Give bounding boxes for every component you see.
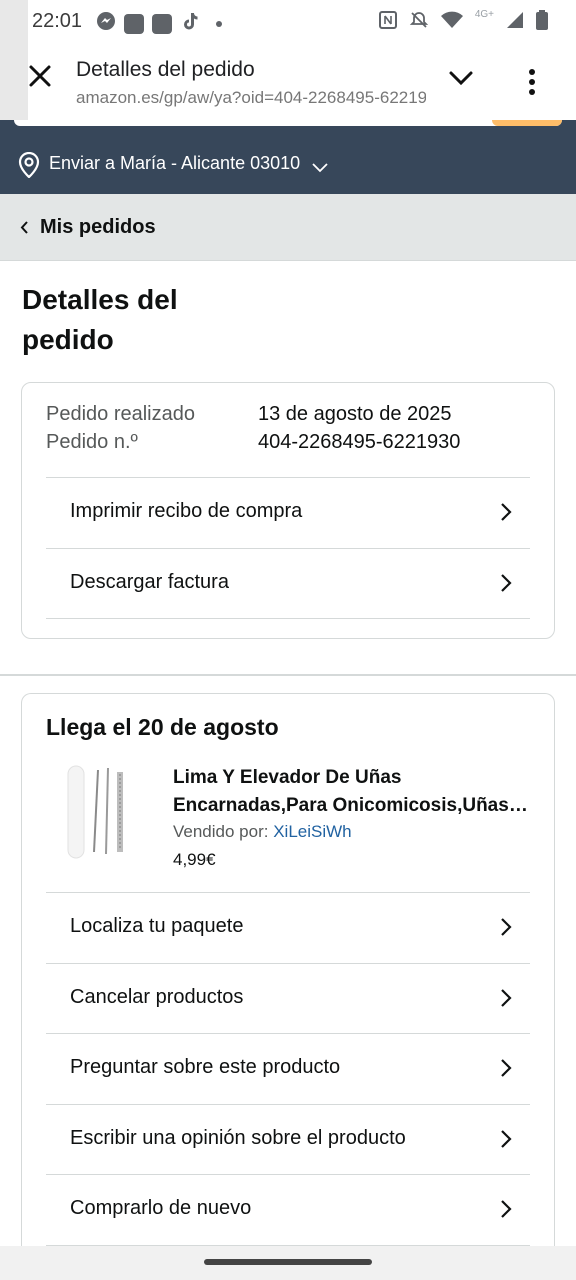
chevron-right-icon	[500, 917, 512, 942]
seller-info: Vendido por: XiLeiSiWh	[173, 822, 352, 842]
notification-app-icon	[124, 13, 144, 34]
chevron-down-icon[interactable]	[448, 70, 474, 91]
download-invoice-row[interactable]: Descargar factura	[46, 548, 530, 619]
more-options-icon[interactable]	[528, 68, 536, 101]
more-notifications-dot	[216, 20, 222, 27]
tab-page-title: Detalles del pedido	[76, 58, 255, 81]
order-number-label: Pedido n.º	[46, 431, 138, 453]
section-divider	[0, 674, 576, 676]
status-bar: 22:01 4G+	[0, 0, 576, 44]
print-receipt-row[interactable]: Imprimir recibo de compra	[46, 477, 530, 548]
seller-link[interactable]: XiLeiSiWh	[273, 822, 351, 841]
location-pin-icon	[18, 151, 40, 183]
buy-again-row[interactable]: Comprarlo de nuevo	[46, 1174, 530, 1245]
ask-about-product-row[interactable]: Preguntar sobre este producto	[46, 1033, 530, 1104]
divider	[46, 618, 530, 619]
cancel-items-row[interactable]: Cancelar productos	[46, 963, 530, 1034]
mute-icon	[409, 10, 429, 35]
chevron-right-icon	[500, 988, 512, 1013]
chevron-down-icon	[312, 160, 328, 178]
product-image[interactable]	[64, 764, 134, 860]
shipment-card: Llega el 20 de agosto Lima Y Elevador De…	[21, 693, 555, 1254]
close-icon[interactable]	[28, 64, 52, 88]
track-package-label: Localiza tu paquete	[70, 915, 244, 937]
product-title-line: Lima Y Elevador De Uñas	[173, 767, 402, 788]
seller-label: Vendido por:	[173, 822, 269, 841]
chevron-right-icon	[500, 1129, 512, 1154]
messenger-icon	[96, 11, 116, 36]
chevron-right-icon	[500, 1058, 512, 1083]
track-package-row[interactable]: Localiza tu paquete	[46, 892, 530, 963]
chevron-right-icon	[500, 573, 512, 598]
chevron-right-icon	[500, 1199, 512, 1224]
cancel-items-label: Cancelar productos	[70, 986, 244, 1008]
breadcrumb-back-bar[interactable]: Mis pedidos	[0, 194, 576, 261]
delivery-address-text: Enviar a María - Alicante 03010	[49, 153, 301, 173]
print-receipt-label: Imprimir recibo de compra	[70, 500, 303, 522]
order-date-value: 13 de agosto de 2025	[258, 403, 452, 425]
notification-app-icon	[152, 13, 172, 34]
chevron-right-icon	[500, 502, 512, 527]
browser-custom-tab-bar: Detalles del pedido amazon.es/gp/aw/ya?o…	[28, 44, 576, 120]
tiktok-icon	[180, 11, 200, 36]
ask-about-product-label: Preguntar sobre este producto	[70, 1056, 341, 1078]
order-number-value: 404-2268495-6221930	[258, 431, 461, 453]
battery-icon	[536, 10, 548, 35]
write-review-row[interactable]: Escribir una opinión sobre el producto	[46, 1104, 530, 1175]
product-title[interactable]: Lima Y Elevador De Uñas Encarnadas,Para …	[173, 764, 533, 820]
home-gesture-handle[interactable]	[204, 1259, 372, 1265]
tab-url[interactable]: amazon.es/gp/aw/ya?oid=404-2268495-62219…	[76, 88, 426, 108]
signal-icon	[506, 11, 524, 34]
write-review-label: Escribir una opinión sobre el producto	[70, 1127, 406, 1149]
nfc-icon	[378, 11, 397, 34]
status-time: 22:01	[32, 10, 83, 32]
download-invoice-label: Descargar factura	[70, 571, 229, 593]
network-type-label: 4G+	[474, 9, 494, 20]
system-navigation-bar	[0, 1246, 576, 1280]
page-title: Detalles del pedido	[22, 284, 178, 355]
wifi-icon	[440, 11, 463, 34]
search-bar-remnant	[0, 120, 576, 132]
background-edge	[0, 0, 28, 120]
back-to-orders-link[interactable]: Mis pedidos	[40, 216, 156, 239]
buy-again-label: Comprarlo de nuevo	[70, 1197, 252, 1219]
arrival-date-heading: Llega el 20 de agosto	[46, 714, 279, 740]
delivery-location-bar[interactable]: Enviar a María - Alicante 03010	[0, 132, 576, 194]
order-date-label: Pedido realizado	[46, 403, 195, 425]
product-price: 4,99€	[173, 850, 216, 869]
order-summary-card: Pedido realizado 13 de agosto de 2025 Pe…	[21, 382, 555, 639]
product-title-line: Encarnadas,Para Onicomicosis,Uñas Encarn…	[173, 795, 533, 816]
chevron-left-icon	[20, 221, 29, 239]
